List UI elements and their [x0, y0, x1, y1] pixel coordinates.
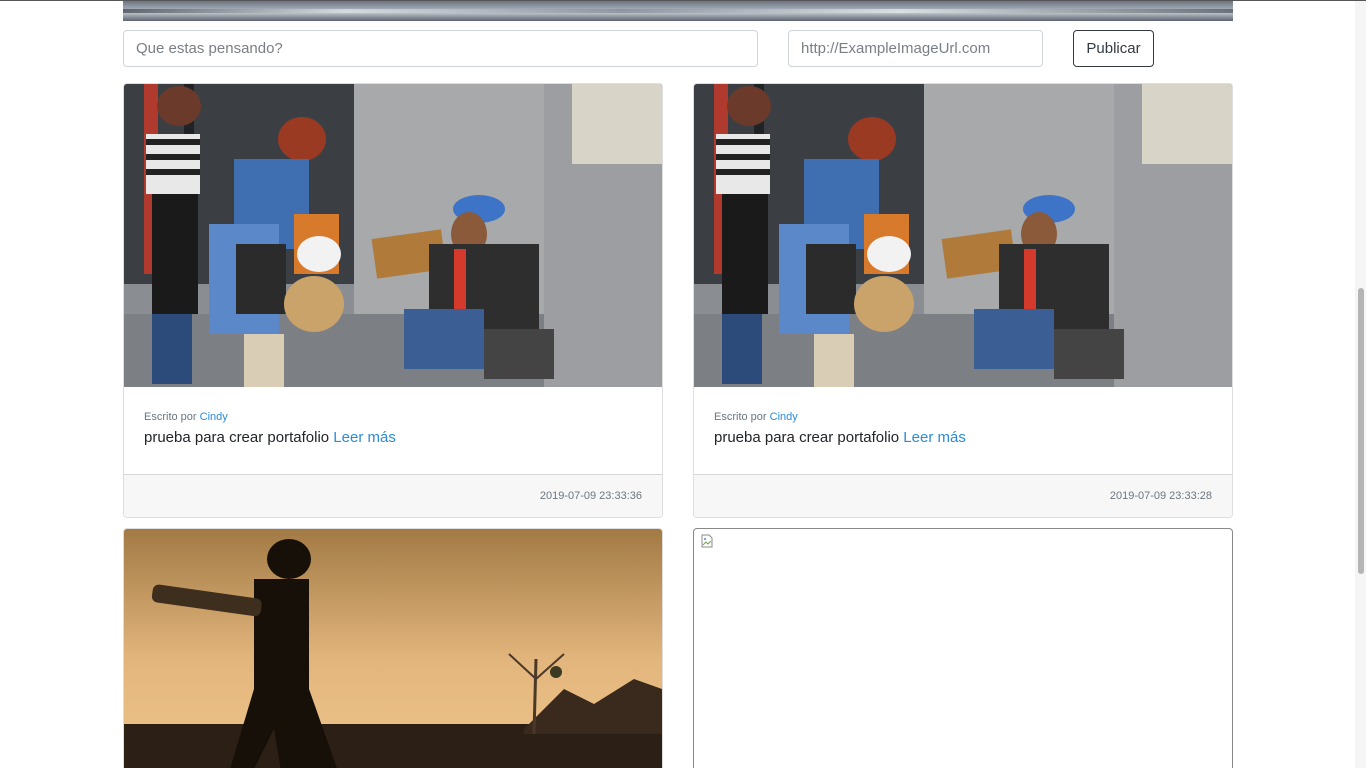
post-footer: 2019-07-09 23:33:36 — [124, 474, 662, 517]
post-text: prueba para crear portafolio — [714, 429, 900, 446]
read-more-link[interactable]: Leer más — [903, 429, 966, 446]
read-more-link[interactable]: Leer más — [333, 429, 396, 446]
byline-prefix: Escrito por — [144, 411, 197, 423]
page-scrollbar[interactable] — [1355, 1, 1366, 768]
page: Publicar — [0, 0, 1366, 768]
post-timestamp: 2019-07-09 23:33:28 — [1109, 490, 1212, 502]
byline-prefix: Escrito por — [714, 411, 767, 423]
image-url-input[interactable] — [788, 30, 1043, 67]
byline: Escrito por Cindy — [144, 411, 642, 423]
author-link[interactable]: Cindy — [200, 411, 228, 423]
post-card: Escrito por Cindy prueba para crear port… — [123, 83, 663, 518]
post-image[interactable] — [694, 84, 1232, 387]
thought-input[interactable] — [123, 30, 758, 67]
post-timestamp: 2019-07-09 23:33:36 — [539, 490, 642, 502]
post-text: prueba para crear portafolio — [144, 429, 330, 446]
post-image[interactable] — [694, 529, 1232, 768]
post-card — [693, 528, 1233, 768]
post-card — [123, 528, 663, 768]
header-image — [123, 1, 1233, 21]
street-scene-photo — [694, 84, 1232, 387]
post-body: Escrito por Cindy prueba para crear port… — [694, 387, 1232, 475]
post-card: Escrito por Cindy prueba para crear port… — [693, 83, 1233, 518]
post-text-line: prueba para crear portafolio Leer más — [144, 429, 642, 446]
publish-button[interactable]: Publicar — [1073, 30, 1154, 67]
cricket-silhouette-photo — [124, 529, 662, 768]
byline: Escrito por Cindy — [714, 411, 1212, 423]
scrollbar-thumb[interactable] — [1358, 288, 1364, 574]
author-link[interactable]: Cindy — [770, 411, 798, 423]
street-scene-photo — [124, 84, 662, 387]
post-footer: 2019-07-09 23:33:28 — [694, 474, 1232, 517]
post-text-line: prueba para crear portafolio Leer más — [714, 429, 1212, 446]
post-image[interactable] — [124, 84, 662, 387]
post-image[interactable] — [124, 529, 662, 768]
broken-image-icon — [701, 534, 713, 548]
post-body: Escrito por Cindy prueba para crear port… — [124, 387, 662, 475]
